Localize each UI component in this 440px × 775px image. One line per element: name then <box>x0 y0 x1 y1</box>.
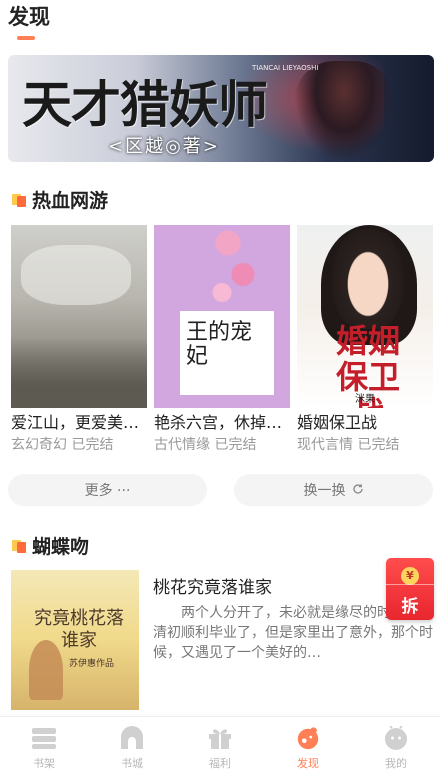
book-title[interactable]: 婚姻保卫战 <box>297 413 433 433</box>
banner-character-image <box>294 61 394 162</box>
envelope-flap <box>386 584 434 588</box>
featured-book[interactable]: 究竟桃花落谁家 苏伊惠作品 桃花究竟落谁家 两个人分开了，未必就是缘尽的时候。刘… <box>11 570 435 710</box>
book-title[interactable]: 艳杀六宫，休掉… <box>154 413 290 433</box>
tab-bookshelf[interactable]: 书架 <box>0 717 88 775</box>
refresh-icon <box>352 483 364 498</box>
featured-book-cover[interactable]: 究竟桃花落谁家 苏伊惠作品 <box>11 570 139 710</box>
book-card[interactable]: 爱江山，更爱美… 玄幻奇幻 已完结 <box>11 225 147 454</box>
section-title: 蝴蝶吻 <box>32 536 90 558</box>
tab-label: 书城 <box>121 757 143 770</box>
tab-label: 发现 <box>297 757 319 770</box>
bookshelf-icon <box>31 725 57 751</box>
title-underline <box>17 36 35 40</box>
profile-icon <box>383 725 409 751</box>
tab-label: 福利 <box>209 757 231 770</box>
tab-mine[interactable]: 我的 <box>352 717 440 775</box>
banner-title: 天才猎妖师 <box>22 75 268 134</box>
discover-icon <box>295 725 321 751</box>
bookstore-icon <box>119 725 145 751</box>
cover-author-text: 苏伊惠作品 <box>69 659 115 669</box>
section-header-hudiewen: 蝴蝶吻 <box>12 532 89 559</box>
tab-label: 书架 <box>33 757 55 770</box>
section-actions: 更多 ··· 换一换 <box>8 474 433 506</box>
book-card[interactable]: 婚姻保卫战 洣果 婚姻保卫战 现代言情 已完结 <box>297 225 433 454</box>
header: 发现 <box>0 0 440 45</box>
section-icon <box>12 539 26 553</box>
more-button-label: 更多 ··· <box>84 483 131 499</box>
tab-welfare[interactable]: 福利 <box>176 717 264 775</box>
coin-icon: ¥ <box>401 567 419 585</box>
cover-flowers <box>204 225 264 315</box>
banner[interactable]: 天才猎妖师 TIANCAI LIEYAOSHI <区越◎著> <box>8 55 434 162</box>
book-list: 爱江山，更爱美… 玄幻奇幻 已完结 王的宠妃 艳杀六宫，休掉… 古代情缘 已完结… <box>11 225 435 454</box>
cover-face <box>333 229 403 329</box>
book-card[interactable]: 王的宠妃 艳杀六宫，休掉… 古代情缘 已完结 <box>154 225 290 454</box>
red-packet-button[interactable]: ¥ 拆 <box>386 558 434 620</box>
banner-english-title: TIANCAI LIEYAOSHI <box>252 64 319 72</box>
book-meta: 玄幻奇幻 已完结 <box>11 437 114 453</box>
book-cover[interactable]: 婚姻保卫战 洣果 <box>297 225 433 408</box>
cover-author-text: 洣果 <box>355 394 375 405</box>
cover-title-text: 究竟桃花落谁家 <box>34 608 124 651</box>
more-button[interactable]: 更多 ··· <box>8 474 207 506</box>
book-title[interactable]: 爱江山，更爱美… <box>11 413 147 433</box>
book-meta: 现代言情 已完结 <box>297 437 400 453</box>
book-meta: 古代情缘 已完结 <box>154 437 257 453</box>
refresh-button-label: 换一换 <box>303 483 346 499</box>
section-title: 热血网游 <box>32 190 109 212</box>
red-packet-label: 拆 <box>401 597 419 617</box>
page-title: 发现 <box>8 5 50 29</box>
section-icon <box>12 193 26 207</box>
gift-icon <box>207 725 233 751</box>
cover-hill <box>11 338 147 408</box>
section-header-rexue: 热血网游 <box>12 186 108 213</box>
tab-label: 我的 <box>385 757 407 770</box>
cover-title-text: 王的宠妃 <box>186 320 253 369</box>
tab-discover[interactable]: 发现 <box>264 717 352 775</box>
featured-book-title[interactable]: 桃花究竟落谁家 <box>153 573 272 598</box>
book-cover[interactable]: 王的宠妃 <box>154 225 290 408</box>
cover-mist <box>21 245 131 305</box>
banner-author: <区越◎著> <box>108 136 220 157</box>
tab-bookstore[interactable]: 书城 <box>88 717 176 775</box>
book-cover[interactable] <box>11 225 147 408</box>
refresh-button[interactable]: 换一换 <box>234 474 433 506</box>
bottom-tab-bar: 书架 书城 福利 发现 我的 <box>0 716 440 775</box>
